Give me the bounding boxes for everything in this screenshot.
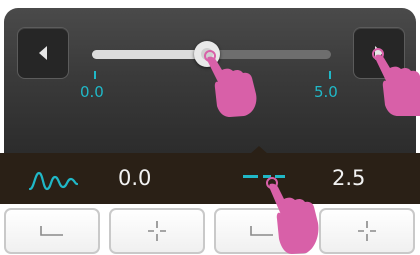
max-tick (329, 71, 331, 79)
control-panel: 0.0 5.0 0.0 2.5 (0, 0, 420, 255)
min-tick (94, 71, 96, 79)
slider-fill (92, 50, 207, 59)
max-label: 5.0 (314, 83, 338, 101)
dashed-line-icon (243, 175, 285, 178)
right-readout-value: 2.5 (332, 166, 366, 190)
right-plus-button[interactable] (319, 208, 415, 254)
triangle-left-icon (39, 46, 47, 60)
triangle-right-icon (375, 46, 383, 60)
waveform-icon (28, 171, 78, 191)
previous-button[interactable] (17, 27, 69, 79)
slider-thumb[interactable] (193, 41, 220, 67)
plus-icon (148, 221, 166, 241)
next-button[interactable] (353, 27, 405, 79)
min-label: 0.0 (80, 83, 104, 101)
left-plus-button[interactable] (109, 208, 205, 254)
left-readout-value: 0.0 (118, 166, 152, 190)
left-minus-button[interactable] (4, 208, 100, 254)
plus-icon (358, 221, 376, 241)
minus-icon (40, 226, 63, 236)
minus-icon (250, 226, 273, 236)
right-minus-button[interactable] (214, 208, 310, 254)
